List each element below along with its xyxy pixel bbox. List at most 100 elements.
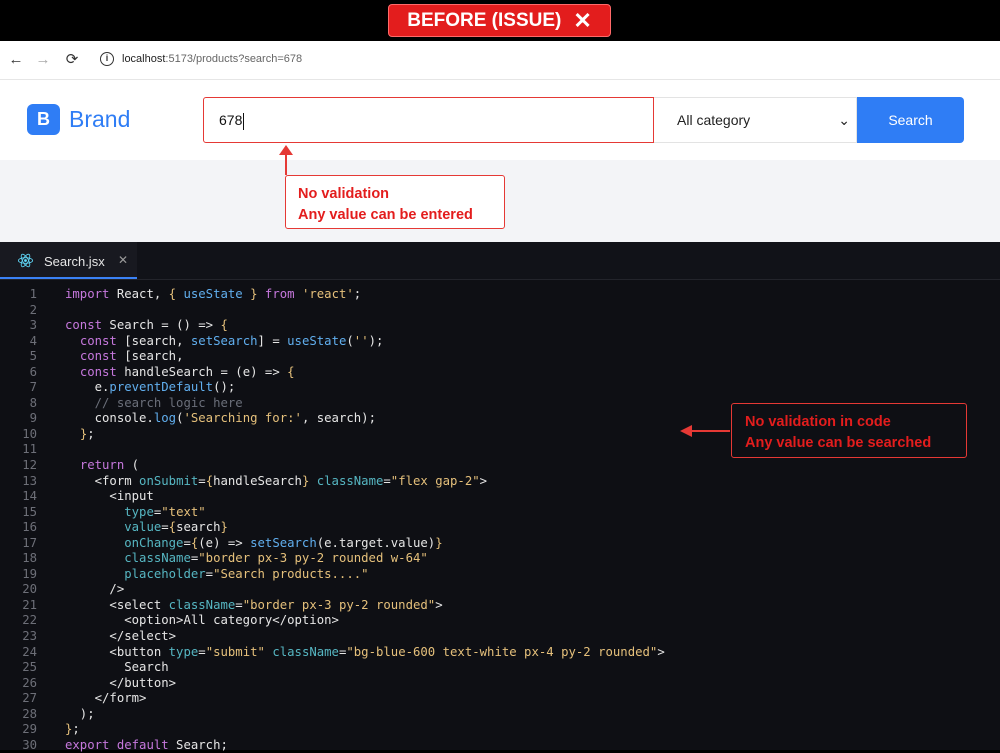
code-line: 28 );	[0, 707, 700, 723]
line-number: 11	[22, 442, 37, 457]
back-arrow-icon[interactable]: ←	[6, 50, 26, 70]
line-number: 4	[29, 333, 37, 348]
code-line: 6 const handleSearch = (e) => {	[0, 365, 700, 381]
line-number: 29	[22, 722, 37, 737]
code-text: Search	[65, 660, 169, 675]
code-line: 4 const [search, setSearch] = useState('…	[0, 334, 700, 350]
code-line: 23 </select>	[0, 629, 700, 645]
line-number: 27	[22, 691, 37, 706]
line-number: 22	[22, 613, 37, 628]
code-line: 11	[0, 442, 700, 458]
code-text: <input	[65, 489, 154, 504]
code-text: export default Search;	[65, 737, 228, 752]
search-input[interactable]: 678	[203, 97, 654, 143]
code-line: 3 const Search = () => {	[0, 318, 700, 334]
address-bar[interactable]: localhost:5173/products?search=678	[122, 53, 302, 65]
code-annotation-callout: No validation in code Any value can be s…	[731, 403, 967, 458]
line-number: 13	[22, 473, 37, 488]
code-text: );	[65, 706, 95, 721]
code-line: 5 const [search,	[0, 349, 700, 365]
brand-logo[interactable]: B	[27, 104, 60, 135]
code-line: 21 <select className="border px-3 py-2 r…	[0, 598, 700, 614]
code-text: <form onSubmit={handleSearch} className=…	[65, 473, 488, 488]
line-number: 18	[22, 551, 37, 566]
code-text: value={search}	[124, 520, 228, 535]
code-editor: Search.jsx ✕ 1 import React, { useState }…	[0, 242, 1000, 753]
code-line: 10 };	[0, 427, 700, 443]
line-number: 10	[22, 426, 37, 441]
code-line: 16 value={search}	[0, 520, 700, 536]
line-number: 30	[22, 737, 37, 752]
code-text: className="border px-3 py-2 rounded w-64…	[124, 551, 428, 566]
code-line: 24 <button type="submit" className="bg-b…	[0, 645, 700, 661]
code-line: 13 <form onSubmit={handleSearch} classNa…	[0, 474, 700, 490]
search-input-value: 678	[219, 112, 243, 128]
code-line: 15 type="text"	[0, 505, 700, 521]
code-text: import React, { useState } from 'react';	[65, 287, 362, 301]
url-path: :5173/products?search=678	[165, 53, 303, 65]
code-text: </form>	[65, 691, 147, 706]
code-text: </button>	[65, 675, 177, 690]
code-text: </select>	[65, 629, 177, 644]
code-text: const handleSearch = (e) => {	[79, 364, 295, 379]
code-text: onChange={(e) => setSearch(e.target.valu…	[124, 535, 443, 550]
category-select[interactable]: All category ⌄	[654, 97, 857, 143]
code-text: const Search = () => {	[65, 318, 228, 333]
reload-icon[interactable]: ⟳	[62, 50, 82, 70]
before-issue-badge: BEFORE (ISSUE) ✕	[388, 4, 611, 37]
code-text: };	[79, 426, 95, 441]
line-number: 23	[22, 629, 37, 644]
line-number: 8	[29, 395, 37, 410]
line-number: 14	[22, 489, 37, 504]
code-line: 14 <input	[0, 489, 700, 505]
annotation-line: No validation in code	[745, 414, 891, 430]
line-number: 26	[22, 675, 37, 690]
left-arrow-icon	[680, 425, 692, 437]
code-text: <option>All category</option>	[65, 613, 339, 628]
line-number: 19	[22, 566, 37, 581]
app-header: B Brand 678 All category ⌄ Search	[0, 80, 1000, 160]
code-line: 25 Search	[0, 660, 700, 676]
code-line: 17 onChange={(e) => setSearch(e.target.v…	[0, 536, 700, 552]
browser-toolbar: ← → ⟳ i localhost:5173/products?search=6…	[0, 41, 1000, 80]
code-text: };	[65, 722, 80, 737]
editor-tab-bar: Search.jsx ✕	[0, 242, 1000, 280]
code-line: 30 export default Search;	[0, 738, 700, 753]
line-number: 16	[22, 520, 37, 535]
code-line: 27 </form>	[0, 691, 700, 707]
line-number: 3	[29, 318, 37, 333]
code-line: 7 e.preventDefault();	[0, 380, 700, 396]
code-line: 1 import React, { useState } from 'react'…	[0, 287, 700, 303]
tab-search-jsx[interactable]: Search.jsx ✕	[0, 242, 137, 279]
annotation-line: Any value can be searched	[745, 435, 932, 451]
line-number: 21	[22, 597, 37, 612]
brand-name[interactable]: Brand	[69, 106, 130, 133]
code-line: 20 />	[0, 582, 700, 598]
code-line: 8 // search logic here	[0, 396, 700, 412]
code-line: 18 className="border px-3 py-2 rounded w…	[0, 551, 700, 567]
line-number: 15	[22, 504, 37, 519]
code-line: 26 </button>	[0, 676, 700, 692]
code-text: const [search, setSearch] = useState('')…	[79, 333, 384, 348]
code-text: type="text"	[124, 504, 206, 519]
line-number: 9	[29, 411, 37, 426]
line-number: 28	[22, 706, 37, 721]
search-button[interactable]: Search	[857, 97, 964, 143]
category-selected-value: All category	[677, 112, 751, 128]
code-text: />	[65, 582, 125, 597]
forward-arrow-icon[interactable]: →	[33, 50, 53, 70]
code-area[interactable]: 1 import React, { useState } from 'react'…	[0, 287, 700, 753]
annotation-line: No validation	[298, 186, 390, 202]
code-text: const [search,	[79, 349, 191, 364]
line-number: 6	[29, 364, 37, 379]
line-number: 12	[22, 458, 37, 473]
line-number: 5	[29, 349, 37, 364]
top-annotation-callout: No validation Any value can be entered	[285, 175, 505, 229]
url-host: localhost	[122, 53, 166, 65]
chevron-down-icon: ⌄	[838, 112, 850, 128]
close-icon[interactable]: ✕	[118, 253, 128, 267]
react-icon	[17, 253, 34, 268]
line-number: 24	[22, 644, 37, 659]
code-text: return (	[79, 458, 140, 473]
site-info-icon[interactable]: i	[100, 52, 114, 66]
